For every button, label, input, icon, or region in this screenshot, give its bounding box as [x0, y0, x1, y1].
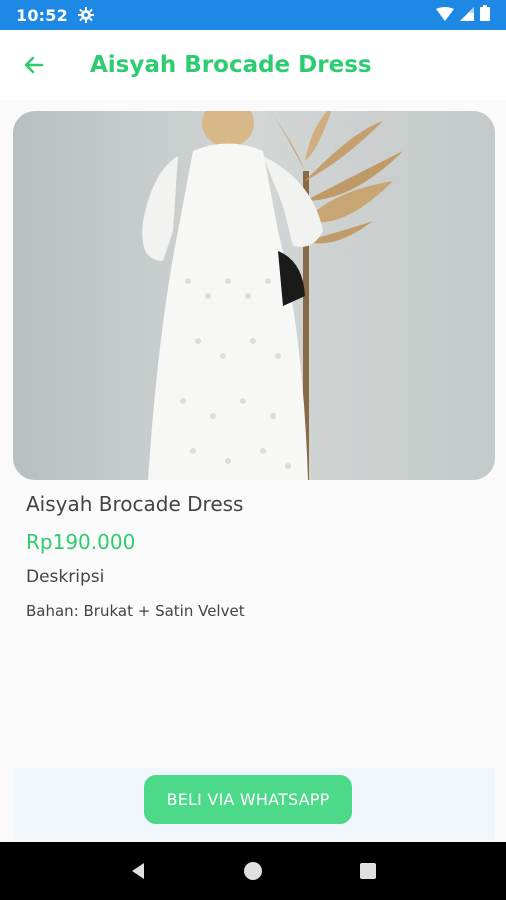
product-image — [13, 111, 495, 480]
navigation-bar — [0, 842, 506, 900]
recents-square-icon — [360, 863, 377, 879]
nav-back-button[interactable] — [118, 851, 158, 891]
nav-home-button[interactable] — [233, 851, 273, 891]
description-text: Bahan: Brukat + Satin Velvet — [26, 602, 245, 620]
wifi-icon — [436, 6, 454, 25]
battery-icon — [480, 5, 490, 25]
status-time: 10:52 — [16, 5, 68, 25]
status-bar: 10:52 — [0, 0, 506, 30]
back-triangle-icon — [131, 863, 144, 879]
buy-via-whatsapp-button[interactable]: BELI VIA WHATSAPP — [144, 775, 352, 824]
page-title: Aisyah Brocade Dress — [90, 52, 372, 78]
gear-icon — [77, 7, 94, 23]
nav-recents-button[interactable] — [348, 851, 388, 891]
signal-icon — [460, 6, 474, 25]
status-icons — [436, 5, 490, 25]
back-button[interactable] — [6, 37, 62, 93]
app-bar: Aisyah Brocade Dress — [0, 30, 506, 100]
arrow-left-icon — [24, 56, 44, 74]
description-label: Deskripsi — [26, 567, 105, 587]
product-price: Rp190.000 — [26, 530, 136, 554]
home-circle-icon — [243, 862, 262, 880]
product-name: Aisyah Brocade Dress — [26, 492, 244, 516]
